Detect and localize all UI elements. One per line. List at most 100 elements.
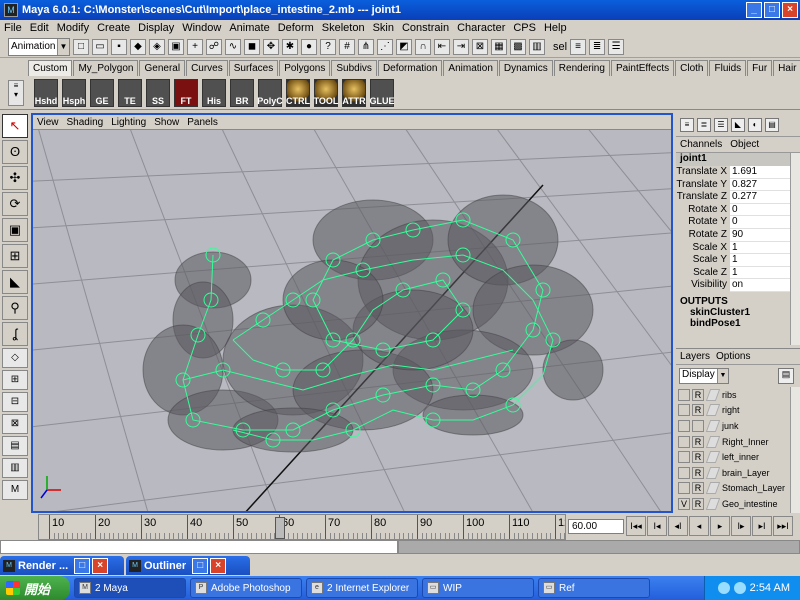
create-layer-icon[interactable]: ▤ — [778, 368, 794, 384]
mask-render-icon[interactable]: ● — [301, 38, 317, 55]
layer-name[interactable]: junk — [722, 421, 739, 431]
channel-scale-y[interactable]: Scale Y1 — [676, 254, 800, 267]
menu-display[interactable]: Display — [138, 22, 174, 34]
layer-color-swatch[interactable] — [705, 388, 721, 401]
range-start-field[interactable] — [0, 540, 398, 554]
universal-manipulator-icon[interactable]: ⊞ — [2, 244, 28, 268]
menu-character[interactable]: Character — [457, 22, 505, 34]
layer-name[interactable]: right — [722, 405, 740, 415]
step-forward-key-button[interactable]: I▸ — [731, 516, 751, 536]
shelf-button-hsph[interactable]: Hsph — [62, 78, 86, 107]
close-button[interactable]: × — [210, 557, 227, 574]
current-time-indicator[interactable] — [275, 517, 285, 539]
select-object-icon[interactable]: ◈ — [149, 38, 165, 55]
channel-rotate-y[interactable]: Rotate Y0 — [676, 216, 800, 229]
layer-visibility-toggle[interactable] — [678, 419, 690, 432]
go-to-end-button[interactable]: ▸▸I — [773, 516, 793, 536]
close-button[interactable]: × — [92, 557, 109, 574]
shelf-tab-deformation[interactable]: Deformation — [377, 60, 443, 76]
taskbar-item-maya[interactable]: M 2 Maya — [74, 578, 186, 598]
layer-display-type-toggle[interactable]: R — [692, 482, 704, 495]
scale-tool-icon[interactable]: ▣ — [2, 218, 28, 242]
layers-menu[interactable]: Layers — [680, 351, 710, 362]
layer-display-type-toggle[interactable]: R — [692, 497, 704, 510]
shelf-button-his[interactable]: His — [202, 78, 226, 107]
layer-visibility-toggle[interactable] — [678, 482, 690, 495]
shelf-tab-custom[interactable]: Custom — [28, 60, 73, 76]
close-button[interactable]: × — [782, 2, 798, 18]
play-forwards-button[interactable]: ▸ — [710, 516, 730, 536]
channel-box-toggle-icon[interactable]: ☰ — [608, 38, 625, 55]
maya-app-icon[interactable]: M — [4, 3, 18, 17]
mask-surface-icon[interactable]: ◼ — [244, 38, 260, 55]
minimize-button[interactable]: _ — [746, 2, 762, 18]
menu-cps[interactable]: CPS — [513, 22, 536, 34]
mask-dynamic-icon[interactable]: ✱ — [282, 38, 298, 55]
menu-create[interactable]: Create — [97, 22, 130, 34]
rotate-tool-icon[interactable]: ⟳ — [2, 192, 28, 216]
outliner-layout-icon[interactable]: ⊟ — [2, 392, 28, 412]
open-scene-icon[interactable]: ▭ — [92, 38, 108, 55]
shelf-button-glue[interactable]: GLUE — [370, 78, 395, 107]
panel-menu-panels[interactable]: Panels — [187, 117, 218, 128]
layer-row[interactable]: Rright — [676, 403, 800, 419]
layer-display-type-toggle[interactable]: R — [692, 435, 704, 448]
layer-color-swatch[interactable] — [705, 404, 721, 417]
layer-name[interactable]: Geo_intestine — [722, 499, 778, 509]
range-bar[interactable] — [398, 540, 800, 554]
layer-name[interactable]: ribs — [722, 390, 737, 400]
input-output-icon[interactable]: ⇤ — [434, 38, 450, 55]
taskbar-item-ref[interactable]: ▭ Ref — [538, 578, 650, 598]
menu-deform[interactable]: Deform — [278, 22, 314, 34]
layer-row[interactable]: Rbrain_Layer — [676, 465, 800, 481]
shelf-button-ft[interactable]: FT — [174, 78, 198, 107]
output-node-bindpose[interactable]: bindPose1 — [676, 318, 800, 329]
channel-layer-icon[interactable]: ☰ — [714, 117, 728, 132]
layer-color-swatch[interactable] — [705, 466, 721, 479]
taskbar-item-internet-explorer[interactable]: e 2 Internet Explorer — [306, 578, 418, 598]
menu-skeleton[interactable]: Skeleton — [322, 22, 365, 34]
move-tool-icon[interactable]: ✣ — [2, 166, 28, 190]
menu-animate[interactable]: Animate — [229, 22, 269, 34]
current-frame-field[interactable]: 60.00 — [568, 519, 624, 534]
menu-file[interactable]: File — [4, 22, 22, 34]
shading-icon[interactable]: ◐ — [748, 117, 762, 132]
shelf-button-attr[interactable]: ATTR — [342, 78, 366, 107]
render-view-icon[interactable]: ▦ — [491, 38, 507, 55]
layer-display-type-toggle[interactable] — [692, 419, 704, 432]
mask-curve-icon[interactable]: ∿ — [225, 38, 241, 55]
layer-display-type-toggle[interactable]: R — [692, 451, 704, 464]
hypershade-layout-icon[interactable]: ▤ — [2, 436, 28, 456]
layer-visibility-toggle[interactable] — [678, 466, 690, 479]
panel-menu-show[interactable]: Show — [154, 117, 179, 128]
layer-display-type-toggle[interactable]: R — [692, 404, 704, 417]
channel-rotate-x[interactable]: Rotate X0 — [676, 203, 800, 217]
render-layout-icon[interactable]: ▥ — [2, 458, 28, 478]
play-backwards-button[interactable]: ◂ — [689, 516, 709, 536]
title-bar[interactable]: M Maya 6.0.1: C:\Monster\scenes\Cut\Impo… — [0, 0, 800, 20]
panel-menu-view[interactable]: View — [37, 117, 59, 128]
output-icon[interactable]: ⇥ — [453, 38, 469, 55]
tool-options-icon[interactable]: ▤ — [765, 117, 779, 132]
channel-scale-x[interactable]: Scale X1 — [676, 241, 800, 255]
construction-history-icon[interactable]: ⊠ — [472, 38, 488, 55]
layer-type-dropdown[interactable]: Display ▼ — [679, 368, 729, 384]
chevron-down-icon[interactable]: ▼ — [717, 369, 728, 383]
shelf-button-ge[interactable]: GE — [90, 78, 114, 107]
snap-view-plane-icon[interactable]: ◩ — [396, 38, 412, 55]
channel-translate-y[interactable]: Translate Y 0.827 — [676, 178, 800, 192]
taskbar-item-photoshop[interactable]: P Adobe Photoshop — [190, 578, 302, 598]
snap-curve-icon[interactable]: ⋔ — [358, 38, 374, 55]
layer-row[interactable]: junk — [676, 418, 800, 434]
shelf-tab-surfaces[interactable]: Surfaces — [228, 60, 279, 76]
menu-window[interactable]: Window — [182, 22, 221, 34]
layer-name[interactable]: brain_Layer — [722, 468, 770, 478]
layer-display-type-toggle[interactable]: R — [692, 466, 704, 479]
panel-menu-lighting[interactable]: Lighting — [111, 117, 146, 128]
snap-point-icon[interactable]: ⋰ — [377, 38, 393, 55]
channel-translate-z[interactable]: Translate Z 0.277 — [676, 191, 800, 204]
layer-row[interactable]: Rleft_inner — [676, 449, 800, 465]
taskbar-item-wip[interactable]: ▭ WIP — [422, 578, 534, 598]
mask-deform-icon[interactable]: ✥ — [263, 38, 279, 55]
step-back-frame-button[interactable]: I◂ — [647, 516, 667, 536]
